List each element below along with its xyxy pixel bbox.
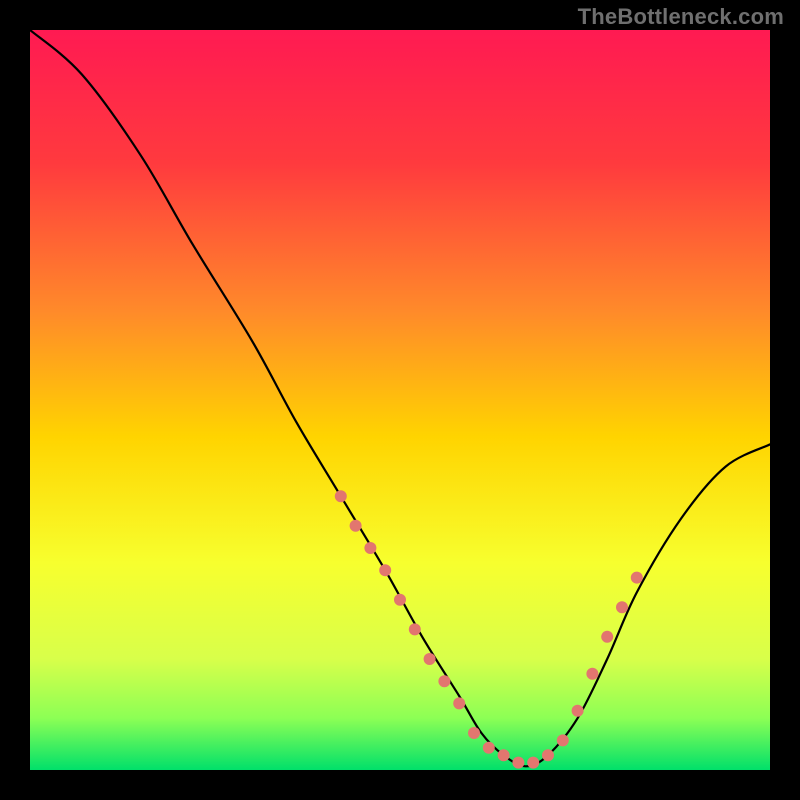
highlight-dot bbox=[453, 697, 465, 709]
highlight-dot bbox=[527, 757, 539, 769]
highlight-dot bbox=[586, 668, 598, 680]
highlight-dot bbox=[483, 742, 495, 754]
highlight-dot bbox=[498, 749, 510, 761]
highlight-dot bbox=[572, 705, 584, 717]
highlight-dot bbox=[409, 623, 421, 635]
highlight-dot bbox=[557, 734, 569, 746]
chart-stage: TheBottleneck.com bbox=[0, 0, 800, 800]
highlight-dot bbox=[542, 749, 554, 761]
chart-svg bbox=[30, 30, 770, 770]
highlight-dot bbox=[616, 601, 628, 613]
highlight-dot bbox=[350, 520, 362, 532]
highlight-dot bbox=[424, 653, 436, 665]
highlight-dot bbox=[512, 757, 524, 769]
highlight-dot bbox=[631, 572, 643, 584]
plot-area bbox=[30, 30, 770, 770]
highlight-dot bbox=[394, 594, 406, 606]
highlight-dot bbox=[468, 727, 480, 739]
highlight-dot bbox=[335, 490, 347, 502]
watermark-label: TheBottleneck.com bbox=[578, 4, 784, 30]
highlight-dot bbox=[379, 564, 391, 576]
highlight-dot bbox=[601, 631, 613, 643]
gradient-background bbox=[30, 30, 770, 770]
highlight-dot bbox=[364, 542, 376, 554]
highlight-dot bbox=[438, 675, 450, 687]
